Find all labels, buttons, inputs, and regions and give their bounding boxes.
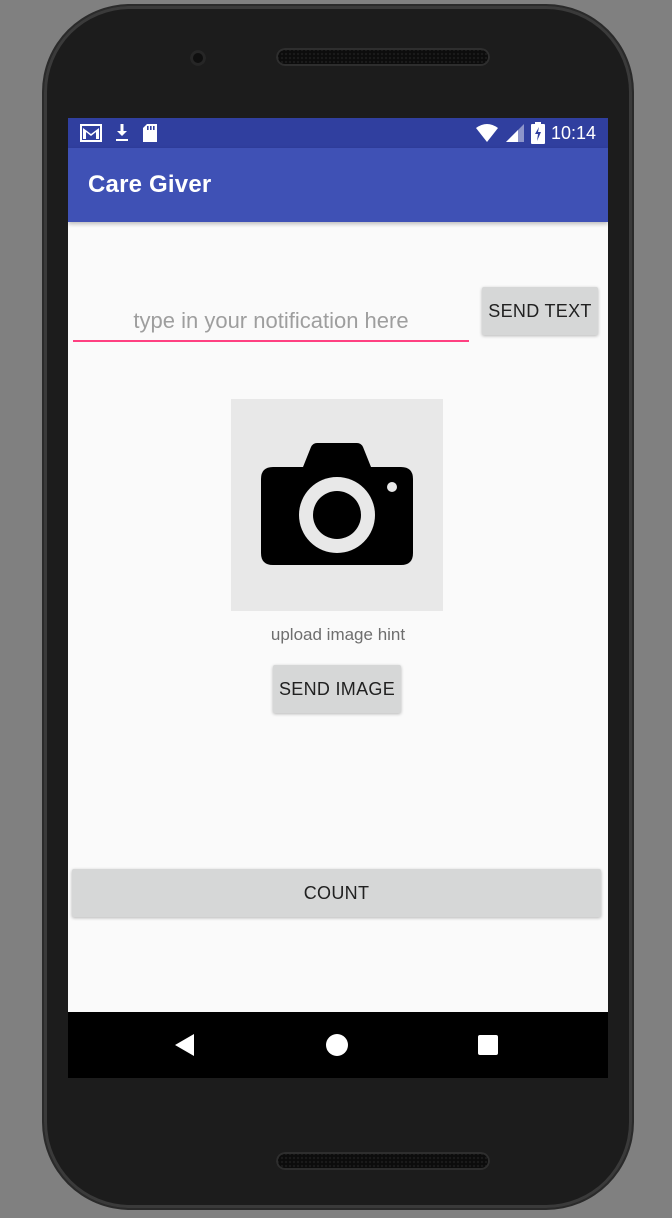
upload-image-hint: upload image hint (270, 625, 406, 644)
gmail-icon (80, 124, 102, 142)
back-icon[interactable] (170, 1030, 200, 1060)
send-text-button[interactable]: SEND TEXT (482, 287, 598, 335)
count-button[interactable]: COUNT (72, 869, 601, 917)
status-system-icons: 10:14 (475, 122, 596, 144)
app-title: Care Giver (88, 171, 212, 198)
top-speaker (276, 48, 490, 66)
navigation-bar (68, 1012, 608, 1078)
sd-card-icon (142, 123, 158, 143)
status-bar: 10:14 (68, 118, 608, 148)
app-bar: Care Giver (68, 148, 608, 222)
wifi-icon (475, 123, 499, 143)
camera-icon (261, 443, 413, 565)
screen: 10:14 Care Giver SEND TEXT upload image … (68, 118, 608, 1078)
front-camera (190, 50, 206, 66)
bottom-speaker (276, 1152, 490, 1170)
status-notification-icons (80, 123, 158, 143)
download-icon (114, 123, 130, 143)
image-upload-area[interactable] (231, 399, 443, 611)
send-image-button[interactable]: SEND IMAGE (273, 665, 401, 713)
signal-icon (505, 123, 525, 143)
notification-input[interactable] (73, 302, 469, 342)
home-icon[interactable] (322, 1030, 352, 1060)
battery-charging-icon (530, 122, 545, 144)
recents-icon[interactable] (473, 1030, 503, 1060)
status-time: 10:14 (550, 123, 596, 143)
